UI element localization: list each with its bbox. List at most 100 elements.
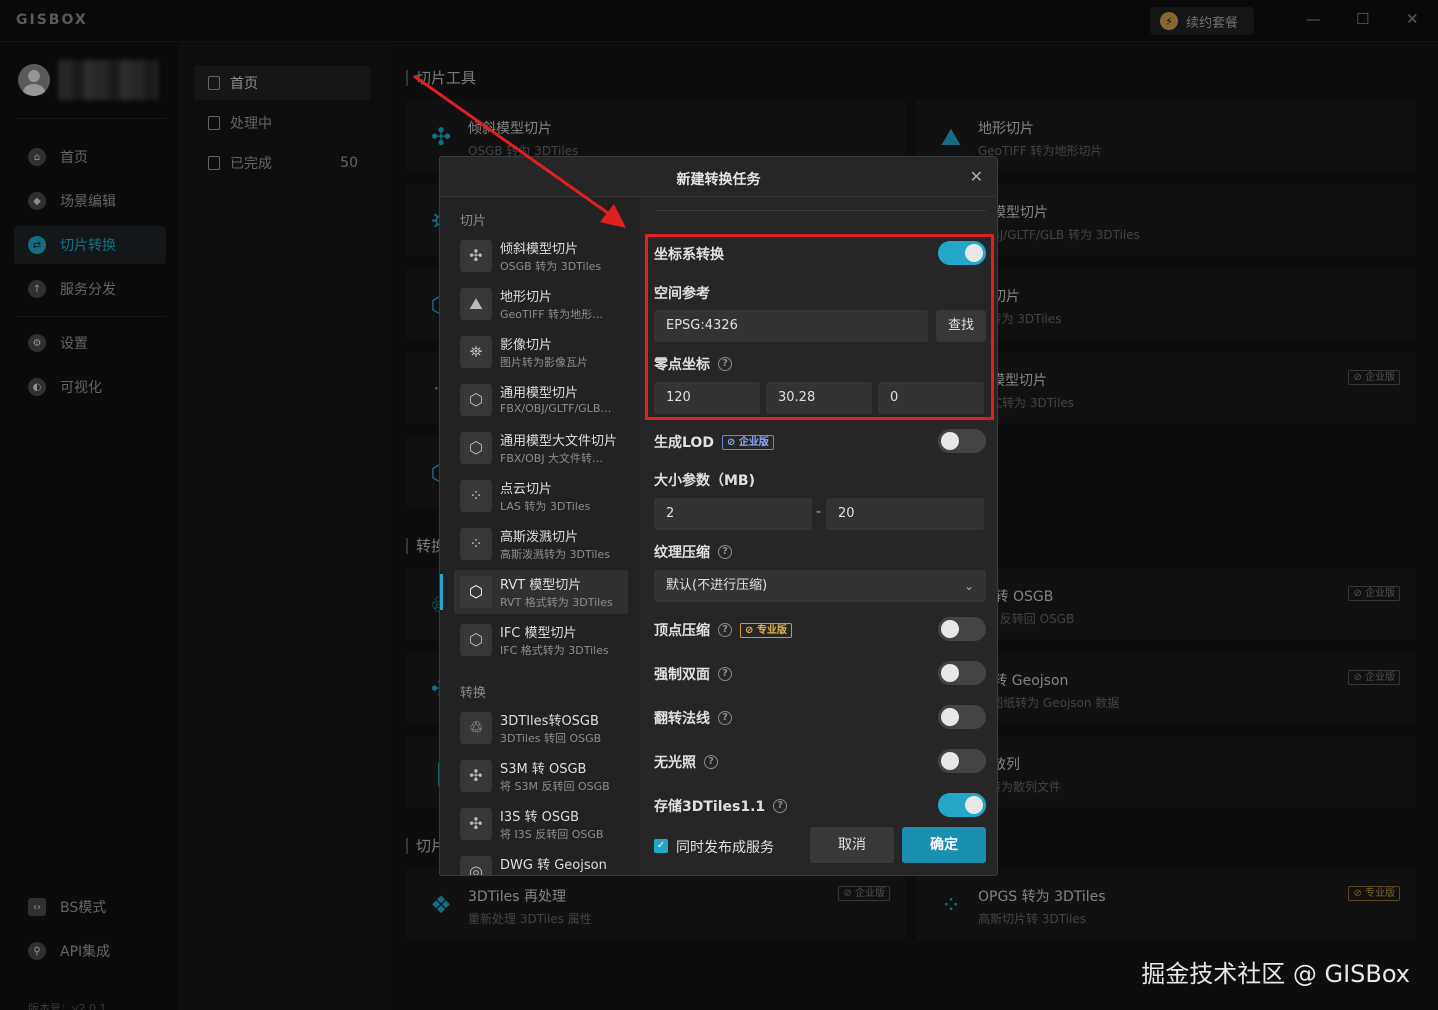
toggle-knob (965, 796, 983, 814)
coord-transform-label: 坐标系转换 (654, 244, 724, 264)
flip-normal-toggle[interactable] (938, 705, 986, 729)
terrain-icon: ⛰ (460, 288, 492, 320)
cancel-button[interactable]: 取消 (810, 827, 894, 863)
help-icon[interactable]: ? (718, 357, 732, 371)
label-text: 翻转法线 (654, 711, 710, 727)
texture-select[interactable]: 默认(不进行压缩) ⌄ (654, 570, 986, 602)
lod-toggle[interactable] (938, 429, 986, 453)
task-subtitle: 将 I3S 反转回 OSGB (500, 828, 604, 841)
task-item-dwg-geojson[interactable]: ◎ DWG 转 Geojson (454, 850, 628, 875)
drone-icon: ✣ (460, 760, 492, 792)
watermark-text: 掘金技术社区 @ GISBox (1141, 960, 1410, 988)
task-subtitle: LAS 转为 3DTiles (500, 500, 591, 513)
box-icon: ⬡ (460, 432, 492, 464)
spatial-ref-input[interactable]: EPSG:4326 (654, 310, 928, 342)
double-side-label: 强制双面 ? (654, 664, 732, 684)
help-icon[interactable]: ? (718, 623, 732, 637)
unlit-toggle[interactable] (938, 749, 986, 773)
toggle-knob (941, 620, 959, 638)
task-item-pointcloud[interactable]: ⁘ 点云切片 LAS 转为 3DTiles (454, 474, 628, 518)
recycle-icon: ♲ (460, 712, 492, 744)
task-title: 影像切片 (500, 338, 553, 353)
task-subtitle: 3DTiles 转回 OSGB (500, 732, 602, 745)
enterprise-badge: ⊘ 企业版 (721, 434, 774, 450)
store-11-label: 存储3DTiles1.1 ? (654, 796, 788, 816)
pro-badge: ⊘ 专业版 (740, 622, 792, 638)
publish-label[interactable]: 同时发布成服务 (676, 837, 774, 857)
task-type-list: 切片 ✣ 倾斜模型切片 OSGB 转为 3DTiles ⛰ 地形切片 GeoTI… (440, 198, 640, 875)
publish-checkbox[interactable]: ✓ (654, 839, 668, 853)
task-item-imagery[interactable]: ⛯ 影像切片 图片转为影像瓦片 (454, 330, 628, 374)
group-label-convert: 转换 (460, 686, 487, 701)
task-subtitle: 高斯泼溅转为 3DTiles (500, 548, 610, 561)
toggle-knob (941, 752, 959, 770)
label-text: 存储3DTiles1.1 (654, 799, 766, 815)
pointcloud-icon: ⁘ (460, 480, 492, 512)
dialog-title: 新建转换任务 (676, 172, 761, 188)
help-icon[interactable]: ? (718, 545, 732, 559)
unlit-label: 无光照 ? (654, 752, 718, 772)
task-subtitle: FBX/OBJ 大文件转… (500, 452, 604, 465)
task-title: 倾斜模型切片 (500, 242, 579, 257)
task-item-ifc[interactable]: ⬡ IFC 模型切片 IFC 格式转为 3DTiles (454, 618, 628, 662)
task-subtitle: IFC 格式转为 3DTiles (500, 644, 609, 657)
dialog-header: 新建转换任务 ✕ (440, 157, 997, 197)
label-text: 大小参数（MB) (654, 473, 756, 489)
chevron-down-icon: ⌄ (963, 579, 974, 593)
origin-x-input[interactable]: 120 (654, 382, 760, 414)
origin-z-input[interactable]: 0 (878, 382, 984, 414)
task-item-3dtiles-osgb[interactable]: ♲ 3DTIles转OSGB 3DTiles 转回 OSGB (454, 706, 628, 750)
texture-label: 纹理压缩 ? (654, 542, 732, 562)
pointcloud-icon: ⁘ (460, 528, 492, 560)
task-item-general-model[interactable]: ⬡ 通用模型切片 FBX/OBJ/GLTF/GLB… (454, 378, 628, 422)
task-item-i3s-osgb[interactable]: ✣ I3S 转 OSGB 将 I3S 反转回 OSGB (454, 802, 628, 846)
task-title: 通用模型切片 (500, 386, 579, 401)
close-icon[interactable]: ✕ (970, 167, 983, 186)
flip-normal-label: 翻转法线 ? (654, 708, 732, 728)
task-item-s3m-osgb[interactable]: ✣ S3M 转 OSGB 将 S3M 反转回 OSGB (454, 754, 628, 798)
help-icon[interactable]: ? (718, 667, 732, 681)
help-icon[interactable]: ? (704, 755, 718, 769)
task-title: 地形切片 (500, 290, 553, 305)
task-subtitle: OSGB 转为 3DTiles (500, 260, 602, 273)
vertex-toggle[interactable] (938, 617, 986, 641)
toggle-knob (941, 432, 959, 450)
globe-icon: ◎ (460, 856, 492, 875)
spatial-ref-label: 空间参考 (654, 283, 710, 303)
help-icon[interactable]: ? (773, 799, 788, 813)
size-min-input[interactable]: 2 (654, 498, 812, 530)
toggle-knob (941, 708, 959, 726)
task-title: 高斯泼溅切片 (500, 530, 579, 545)
task-item-large-model[interactable]: ⬡ 通用模型大文件切片 FBX/OBJ 大文件转… (454, 426, 628, 470)
task-item-gaussian[interactable]: ⁘ 高斯泼溅切片 高斯泼溅转为 3DTiles (454, 522, 628, 566)
task-title: 点云切片 (500, 482, 553, 497)
label-text: 空间参考 (654, 286, 710, 302)
store-11-toggle[interactable] (938, 793, 986, 817)
label-text: 生成LOD (654, 435, 714, 451)
coord-transform-toggle[interactable] (938, 241, 986, 265)
task-subtitle: 图片转为影像瓦片 (500, 356, 588, 369)
dialog-footer: ✓ 同时发布成服务 取消 确定 (640, 817, 997, 875)
group-label-slice: 切片 (460, 214, 487, 229)
vertex-label: 顶点压缩 ? ⊘ 专业版 (654, 620, 792, 640)
size-max-input[interactable]: 20 (826, 498, 984, 530)
task-title: RVT 模型切片 (500, 578, 582, 593)
find-button[interactable]: 查找 (936, 310, 986, 342)
task-item-oblique[interactable]: ✣ 倾斜模型切片 OSGB 转为 3DTiles (454, 234, 628, 278)
origin-y-input[interactable]: 30.28 (766, 382, 872, 414)
task-subtitle: 将 S3M 反转回 OSGB (500, 780, 610, 793)
double-side-toggle[interactable] (938, 661, 986, 685)
task-title: DWG 转 Geojson (500, 858, 607, 873)
task-item-rvt[interactable]: ⬡ RVT 模型切片 RVT 格式转为 3DTiles (440, 570, 628, 614)
confirm-button[interactable]: 确定 (902, 827, 986, 863)
task-title: I3S 转 OSGB (500, 810, 580, 825)
label-text: 纹理压缩 (654, 545, 710, 561)
task-item-terrain[interactable]: ⛰ 地形切片 GeoTIFF 转为地形… (454, 282, 628, 326)
task-subtitle: FBX/OBJ/GLTF/GLB… (500, 402, 612, 415)
origin-label: 零点坐标 ? (654, 354, 732, 374)
select-value: 默认(不进行压缩) (666, 578, 768, 593)
new-task-dialog: 新建转换任务 ✕ 切片 ✣ 倾斜模型切片 OSGB 转为 3DTiles ⛰ 地… (439, 156, 998, 876)
help-icon[interactable]: ? (718, 711, 732, 725)
box-icon: ⬡ (460, 576, 492, 608)
box-icon: ⬡ (460, 624, 492, 656)
